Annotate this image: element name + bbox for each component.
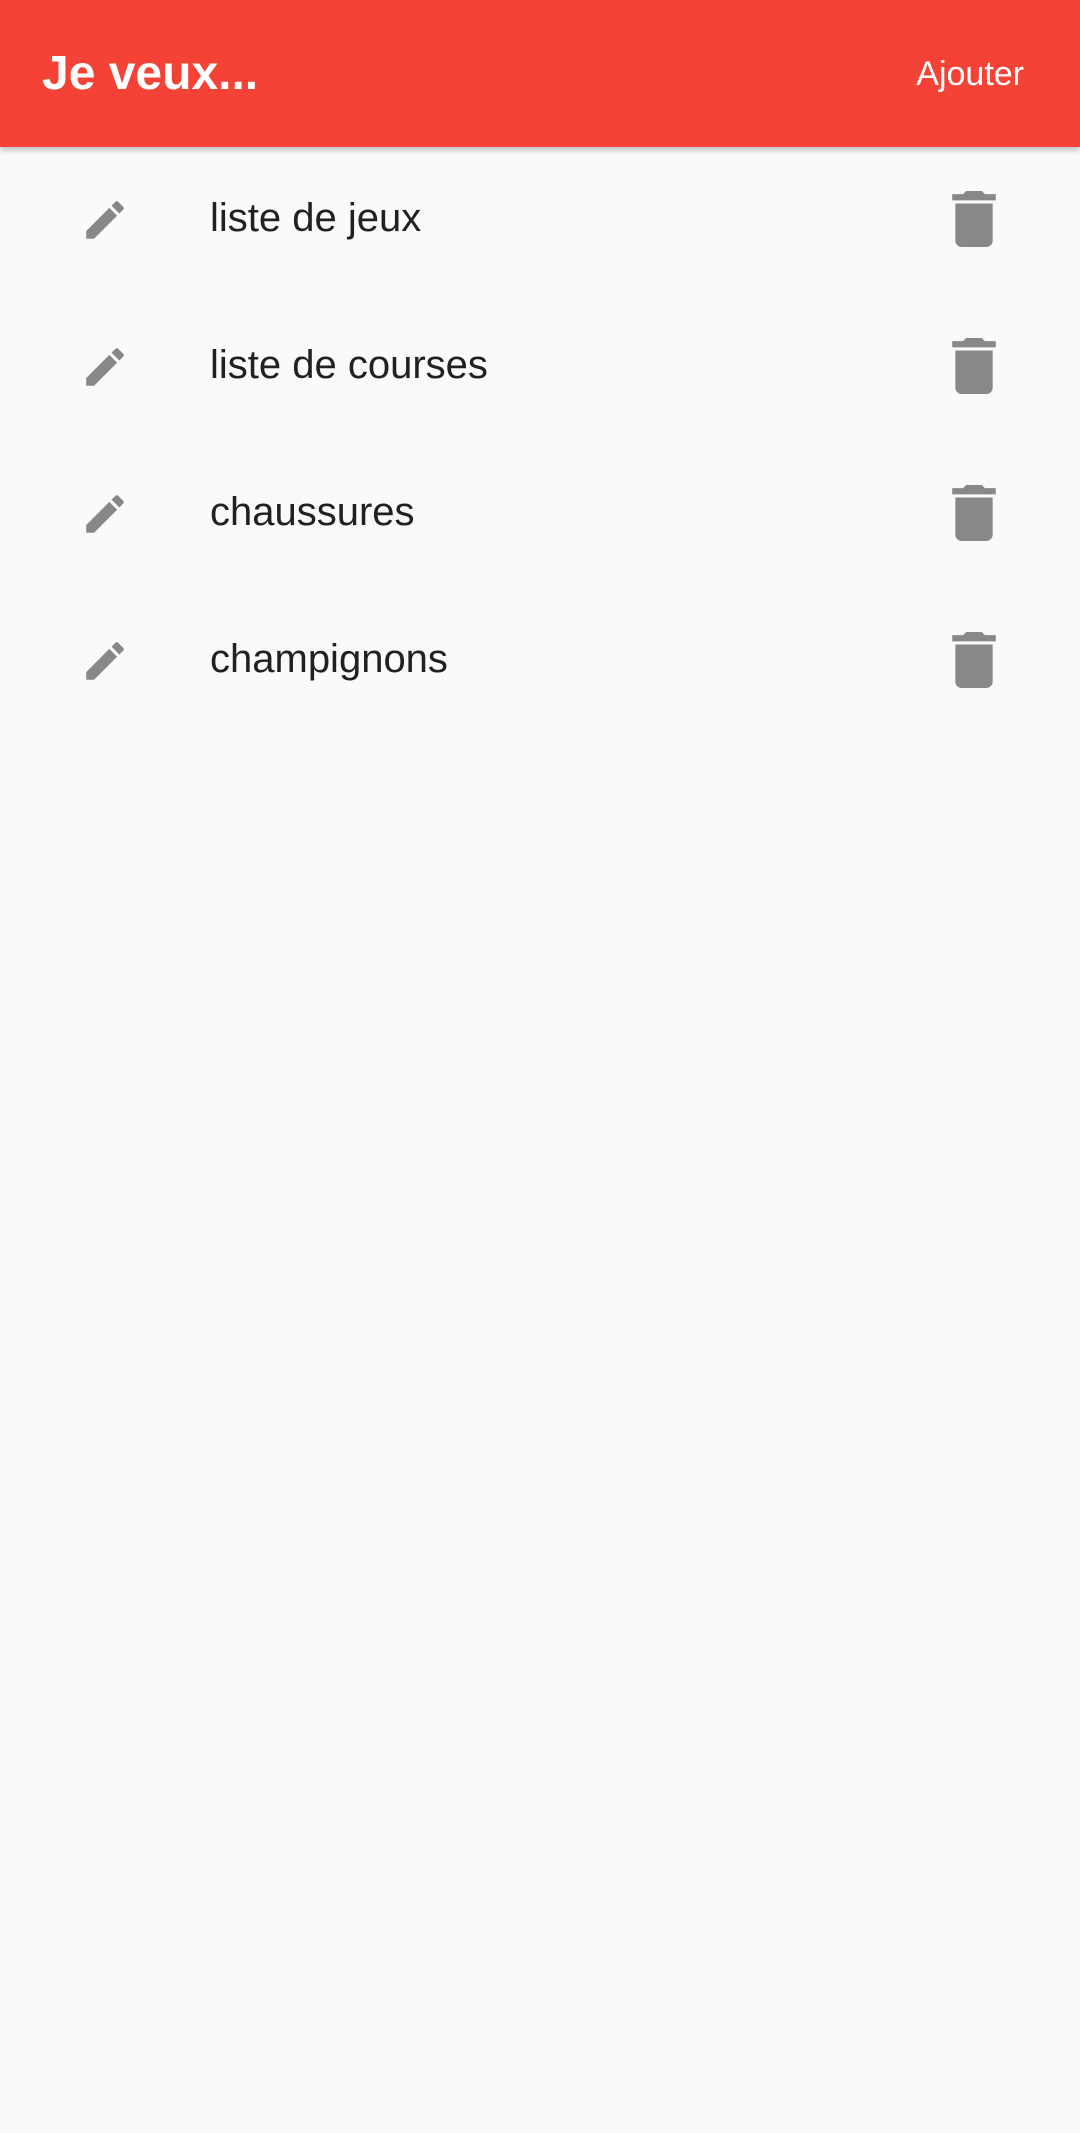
- list-item: champignons: [0, 588, 1080, 735]
- list-item-label: chaussures: [210, 490, 415, 534]
- delete-icon[interactable]: [950, 485, 998, 541]
- delete-icon[interactable]: [950, 191, 998, 247]
- list-item: liste de jeux: [0, 147, 1080, 294]
- wish-list: liste de jeux liste de courses chaussure…: [0, 147, 1080, 735]
- add-button[interactable]: Ajouter: [916, 48, 1024, 100]
- edit-icon[interactable]: [80, 195, 130, 245]
- edit-icon[interactable]: [80, 342, 130, 392]
- delete-icon[interactable]: [950, 632, 998, 688]
- edit-icon[interactable]: [80, 636, 130, 686]
- app-bar: Je veux... Ajouter: [0, 0, 1080, 147]
- delete-icon[interactable]: [950, 338, 998, 394]
- list-item-label: champignons: [210, 637, 448, 681]
- list-item-label: liste de courses: [210, 343, 488, 387]
- app-title: Je veux...: [42, 47, 259, 100]
- list-item-label: liste de jeux: [210, 196, 422, 240]
- edit-icon[interactable]: [80, 489, 130, 539]
- list-item: liste de courses: [0, 294, 1080, 441]
- list-item: chaussures: [0, 441, 1080, 588]
